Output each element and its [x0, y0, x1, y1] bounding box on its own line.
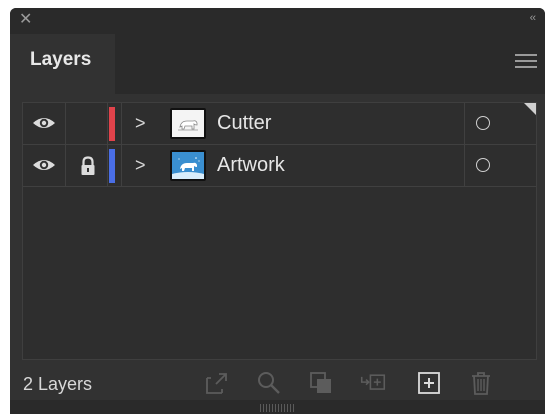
layer-row-cutter[interactable]: > Cutter — [23, 103, 536, 145]
visibility-eye-icon[interactable] — [31, 155, 57, 175]
layer-thumbnail — [170, 108, 206, 139]
polar-bear-icon — [172, 157, 204, 179]
layer-color-swatch — [109, 107, 115, 141]
trash-icon[interactable] — [468, 370, 494, 396]
tab-layers[interactable]: Layers — [10, 34, 115, 94]
layers-list: > Cutter > Artwork — [22, 102, 537, 360]
visibility-eye-icon[interactable] — [31, 113, 57, 133]
export-icon[interactable] — [204, 370, 230, 396]
close-icon[interactable]: ✕ — [19, 11, 32, 29]
collapse-icon[interactable]: ‹‹ — [530, 12, 536, 24]
clip-mask-icon[interactable] — [308, 370, 334, 396]
target-circle-icon[interactable] — [476, 158, 490, 172]
panel-menu-icon[interactable] — [515, 54, 537, 70]
expand-chevron-icon[interactable]: > — [135, 154, 146, 176]
tab-bar: Layers — [10, 34, 545, 94]
sublayer-icon[interactable] — [360, 370, 386, 396]
layer-thumbnail — [170, 150, 206, 181]
polar-bear-icon — [178, 120, 198, 131]
layer-name[interactable]: Cutter — [217, 111, 271, 135]
layer-count: 2 Layers — [23, 374, 93, 394]
resize-grip-icon[interactable] — [260, 404, 296, 412]
search-icon[interactable] — [256, 370, 282, 396]
expand-chevron-icon[interactable]: > — [135, 112, 146, 134]
layers-panel: ✕ ‹‹ Layers > Cutter > Artwork 2 Layers — [10, 8, 545, 414]
new-layer-icon[interactable] — [416, 370, 442, 396]
target-circle-icon[interactable] — [476, 116, 490, 130]
panel-titlebar: ✕ ‹‹ — [10, 8, 545, 34]
lock-icon[interactable] — [79, 155, 97, 177]
layer-name[interactable]: Artwork — [217, 153, 285, 177]
layer-row-artwork[interactable]: > Artwork — [23, 145, 536, 187]
layer-color-swatch — [109, 149, 115, 183]
